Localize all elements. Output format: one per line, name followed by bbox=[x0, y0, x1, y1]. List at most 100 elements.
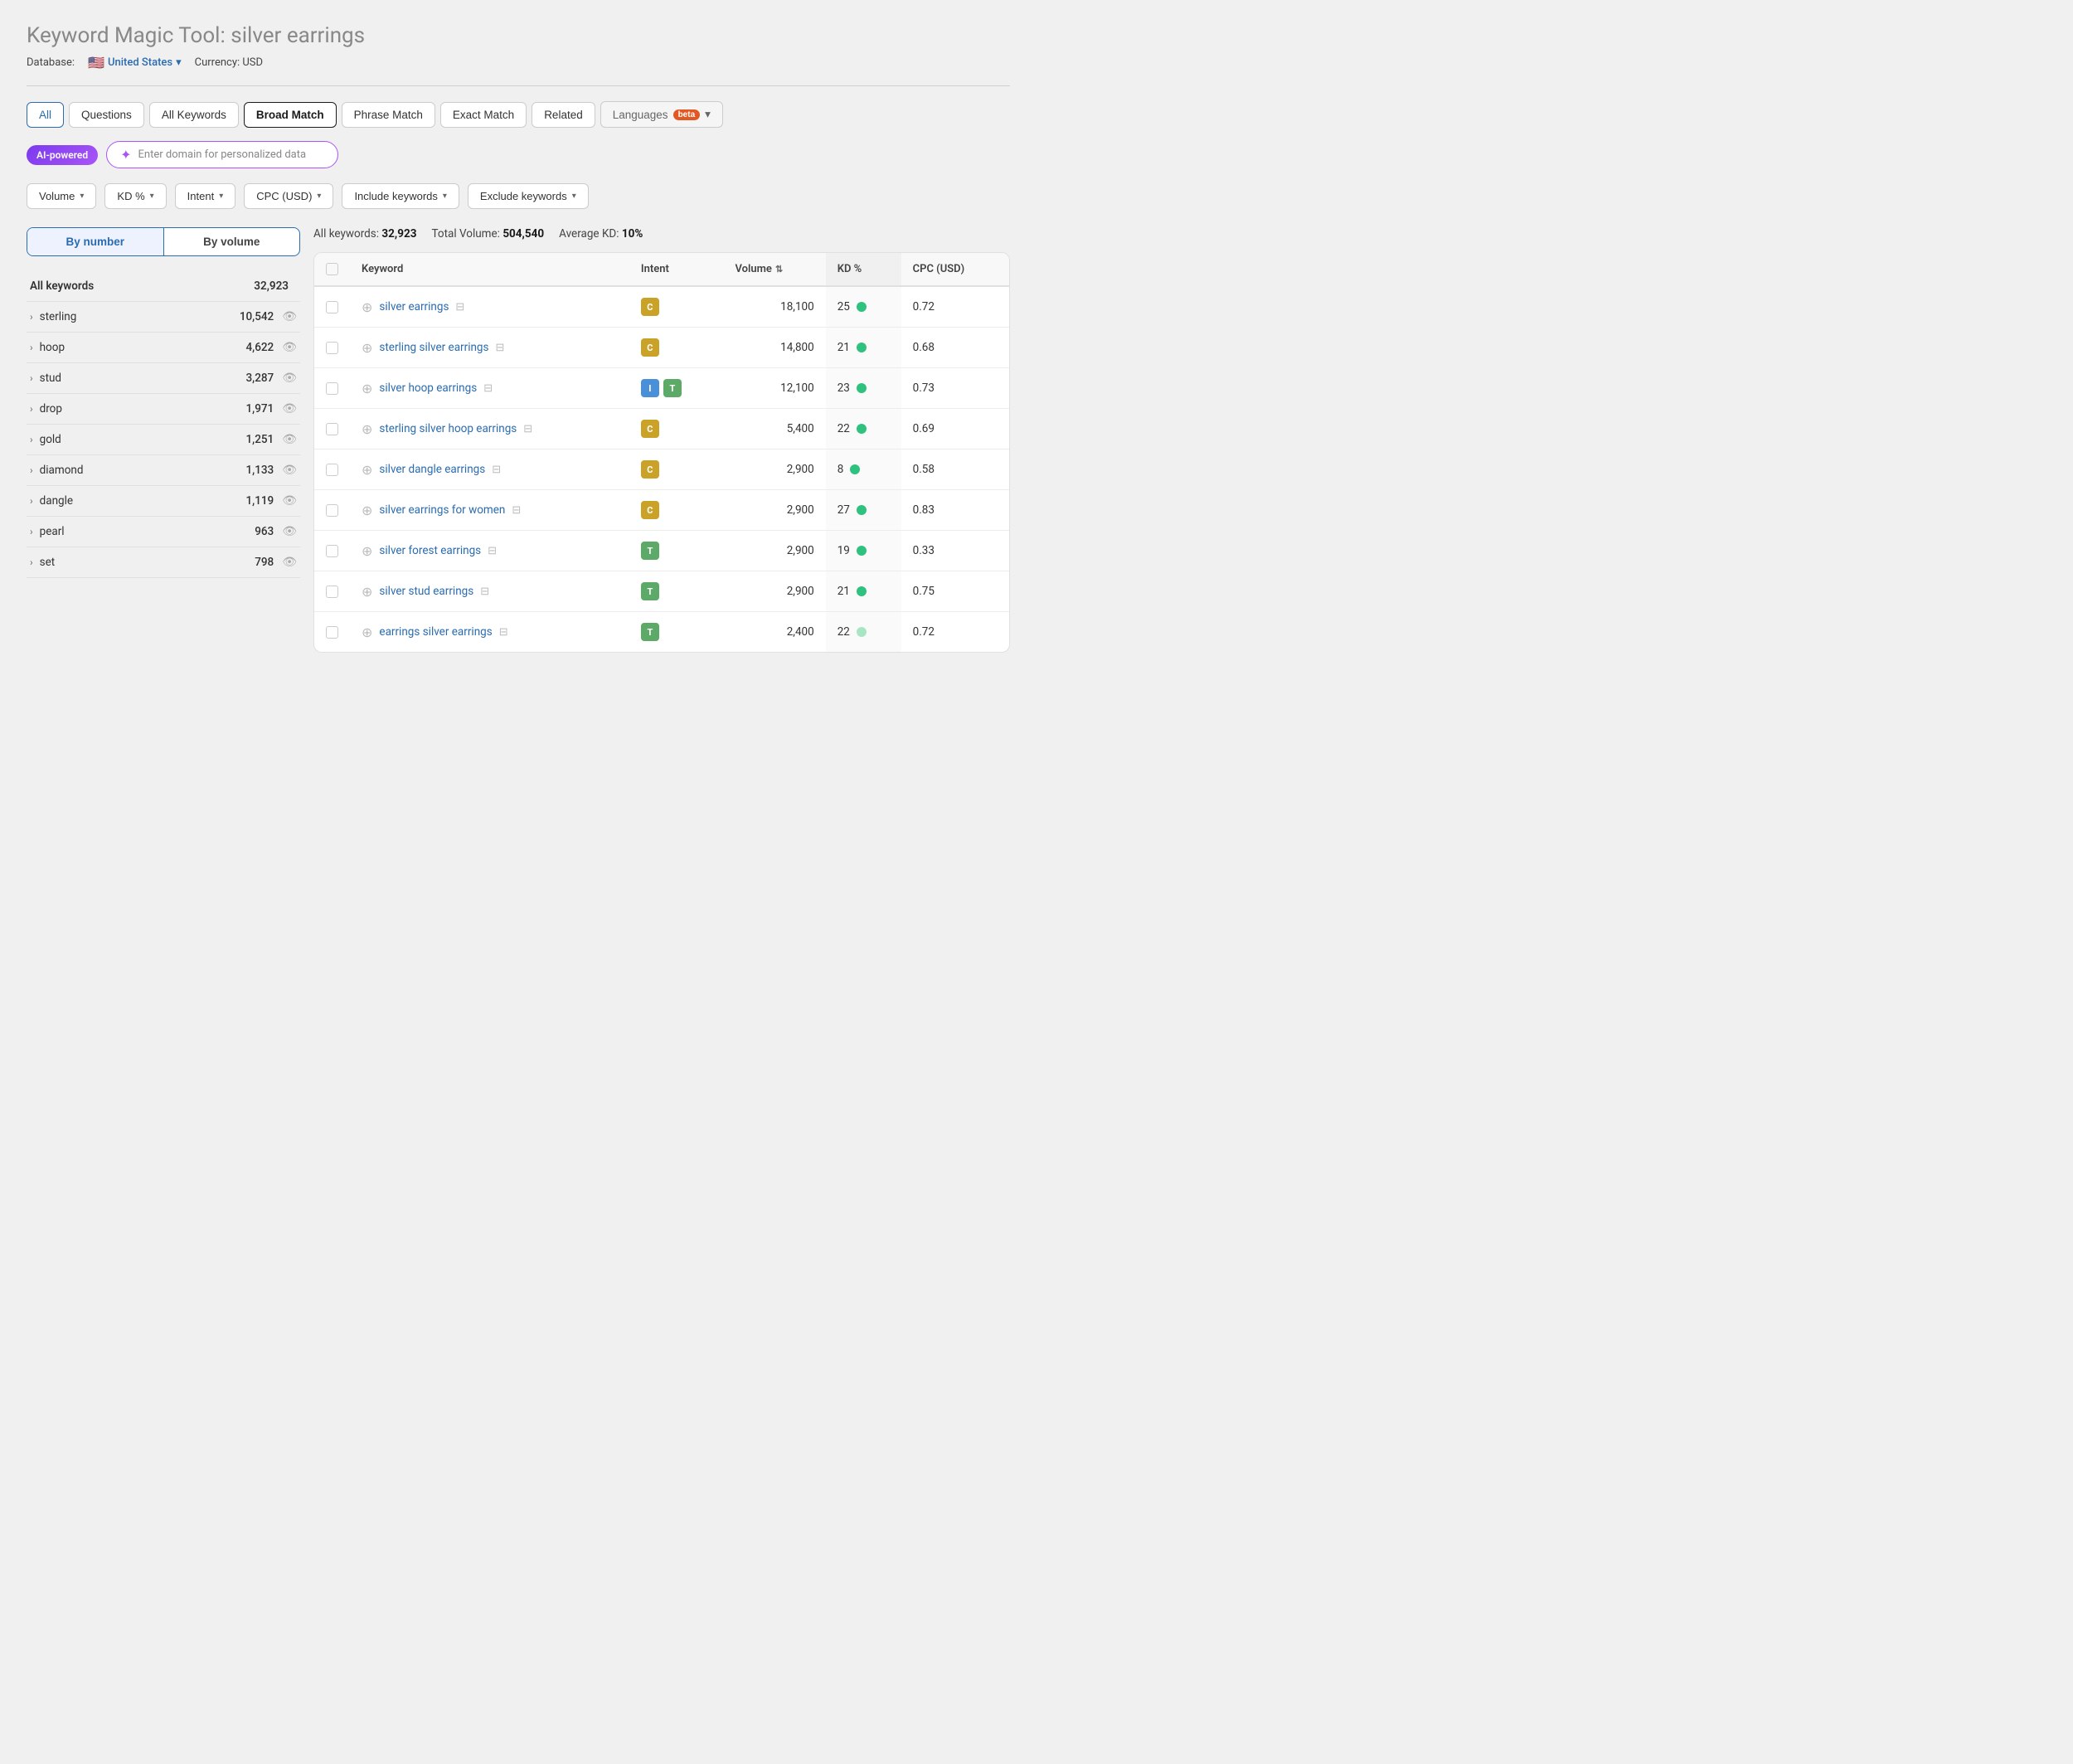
kd-dot bbox=[857, 546, 867, 556]
row-checkbox[interactable] bbox=[326, 382, 338, 395]
intent-badge: C bbox=[641, 338, 659, 357]
row-checkbox[interactable] bbox=[326, 504, 338, 517]
tab-phrase-match[interactable]: Phrase Match bbox=[342, 102, 435, 128]
row-checkbox[interactable] bbox=[326, 586, 338, 598]
table-icon: ⊟ bbox=[523, 423, 532, 435]
keyword-column-header: Keyword bbox=[350, 253, 629, 286]
add-keyword-icon[interactable]: ⊕ bbox=[362, 543, 372, 559]
select-all-checkbox[interactable] bbox=[326, 263, 338, 275]
add-keyword-icon[interactable]: ⊕ bbox=[362, 340, 372, 356]
volume-value: 12,100 bbox=[724, 368, 826, 409]
sidebar-item-drop[interactable]: › drop 1,971 👁 bbox=[27, 394, 300, 425]
intent-badge: T bbox=[641, 542, 659, 560]
tab-all[interactable]: All bbox=[27, 102, 64, 128]
sidebar-item-set[interactable]: › set 798 👁 bbox=[27, 547, 300, 578]
tab-broad-match[interactable]: Broad Match bbox=[244, 102, 337, 128]
volume-filter[interactable]: Volume ▾ bbox=[27, 183, 96, 209]
sidebar: By number By volume All keywords 32,923 … bbox=[27, 227, 300, 653]
table-row: ⊕silver hoop earrings⊟IT12,100230.73 bbox=[314, 368, 1009, 409]
kd-filter[interactable]: KD % ▾ bbox=[104, 183, 166, 209]
sidebar-item-diamond[interactable]: › diamond 1,133 👁 bbox=[27, 455, 300, 486]
keyword-link[interactable]: silver dangle earrings bbox=[379, 463, 485, 476]
keyword-link[interactable]: sterling silver earrings bbox=[379, 341, 488, 354]
sort-by-volume-button[interactable]: By volume bbox=[164, 228, 300, 255]
add-keyword-icon[interactable]: ⊕ bbox=[362, 624, 372, 640]
kd-dot bbox=[857, 302, 867, 312]
volume-value: 5,400 bbox=[724, 409, 826, 450]
sort-by-number-button[interactable]: By number bbox=[27, 228, 164, 255]
keyword-link[interactable]: silver earrings bbox=[379, 300, 449, 313]
ai-domain-input[interactable]: ✦ Enter domain for personalized data bbox=[106, 141, 338, 168]
table-icon: ⊟ bbox=[499, 626, 508, 639]
table-row: ⊕sterling silver hoop earrings⊟C5,400220… bbox=[314, 409, 1009, 450]
keyword-link[interactable]: earrings silver earrings bbox=[379, 625, 492, 639]
chevron-right-icon: › bbox=[30, 526, 33, 537]
intent-badge: C bbox=[641, 298, 659, 316]
chevron-right-icon: › bbox=[30, 311, 33, 323]
row-checkbox[interactable] bbox=[326, 423, 338, 435]
chevron-right-icon: › bbox=[30, 372, 33, 384]
divider bbox=[27, 85, 1010, 86]
kd-dot bbox=[857, 586, 867, 596]
add-keyword-icon[interactable]: ⊕ bbox=[362, 462, 372, 478]
tab-languages[interactable]: Languages beta ▾ bbox=[600, 101, 723, 128]
page-title: Keyword Magic Tool: silver earrings bbox=[27, 23, 1010, 48]
cpc-filter[interactable]: CPC (USD) ▾ bbox=[244, 183, 333, 209]
keyword-link[interactable]: silver stud earrings bbox=[379, 585, 473, 598]
tab-exact-match[interactable]: Exact Match bbox=[440, 102, 527, 128]
keyword-link[interactable]: sterling silver hoop earrings bbox=[379, 422, 517, 435]
row-checkbox[interactable] bbox=[326, 545, 338, 557]
cpc-value: 0.83 bbox=[901, 490, 1009, 531]
intent-filter[interactable]: Intent ▾ bbox=[175, 183, 236, 209]
eye-icon: 👁 bbox=[282, 402, 297, 415]
exclude-keywords-filter[interactable]: Exclude keywords ▾ bbox=[468, 183, 589, 209]
add-keyword-icon[interactable]: ⊕ bbox=[362, 421, 372, 437]
sidebar-item-sterling[interactable]: › sterling 10,542 👁 bbox=[27, 302, 300, 333]
tab-questions[interactable]: Questions bbox=[69, 102, 144, 128]
row-checkbox[interactable] bbox=[326, 464, 338, 476]
chevron-right-icon: › bbox=[30, 556, 33, 568]
keyword-link[interactable]: silver earrings for women bbox=[379, 503, 505, 517]
beta-badge: beta bbox=[673, 109, 701, 120]
tab-related[interactable]: Related bbox=[532, 102, 595, 128]
ai-powered-badge: AI-powered bbox=[27, 145, 98, 165]
add-keyword-icon[interactable]: ⊕ bbox=[362, 381, 372, 396]
kd-dot bbox=[857, 343, 867, 352]
eye-icon: 👁 bbox=[282, 341, 297, 354]
chevron-down-icon: ▾ bbox=[705, 108, 711, 121]
volume-value: 2,900 bbox=[724, 490, 826, 531]
database-selector[interactable]: 🇺🇸 United States ▾ bbox=[88, 55, 182, 70]
table-area: All keywords: 32,923 Total Volume: 504,5… bbox=[313, 227, 1010, 653]
intent-badge: I bbox=[641, 379, 659, 397]
sidebar-item-stud[interactable]: › stud 3,287 👁 bbox=[27, 363, 300, 394]
stats-row: All keywords: 32,923 Total Volume: 504,5… bbox=[313, 227, 1010, 241]
add-keyword-icon[interactable]: ⊕ bbox=[362, 503, 372, 518]
sidebar-item-gold[interactable]: › gold 1,251 👁 bbox=[27, 425, 300, 455]
kd-value: 8 bbox=[837, 463, 844, 476]
add-keyword-icon[interactable]: ⊕ bbox=[362, 584, 372, 600]
volume-column-header[interactable]: Volume ⇅ bbox=[724, 253, 826, 286]
cpc-value: 0.58 bbox=[901, 450, 1009, 490]
tab-all-keywords[interactable]: All Keywords bbox=[149, 102, 239, 128]
kd-value: 22 bbox=[837, 625, 850, 639]
intent-badge: C bbox=[641, 460, 659, 479]
sidebar-item-dangle[interactable]: › dangle 1,119 👁 bbox=[27, 486, 300, 517]
kd-value: 19 bbox=[837, 544, 850, 557]
filters-row: Volume ▾ KD % ▾ Intent ▾ CPC (USD) ▾ Inc… bbox=[27, 183, 1010, 209]
include-keywords-filter[interactable]: Include keywords ▾ bbox=[342, 183, 459, 209]
sort-icon: ⇅ bbox=[775, 264, 783, 275]
keyword-link[interactable]: silver forest earrings bbox=[379, 544, 481, 557]
row-checkbox[interactable] bbox=[326, 301, 338, 313]
sidebar-item-pearl[interactable]: › pearl 963 👁 bbox=[27, 517, 300, 547]
ai-row: AI-powered ✦ Enter domain for personaliz… bbox=[27, 141, 1010, 168]
chevron-down-icon: ▾ bbox=[219, 192, 223, 201]
row-checkbox[interactable] bbox=[326, 342, 338, 354]
keyword-link[interactable]: silver hoop earrings bbox=[379, 381, 477, 395]
add-keyword-icon[interactable]: ⊕ bbox=[362, 299, 372, 315]
sidebar-item-hoop[interactable]: › hoop 4,622 👁 bbox=[27, 333, 300, 363]
star-icon: ✦ bbox=[120, 147, 131, 163]
kd-value: 22 bbox=[837, 422, 850, 435]
sidebar-item-all-keywords[interactable]: All keywords 32,923 bbox=[27, 271, 300, 302]
row-checkbox[interactable] bbox=[326, 626, 338, 639]
intent-badge: C bbox=[641, 501, 659, 519]
